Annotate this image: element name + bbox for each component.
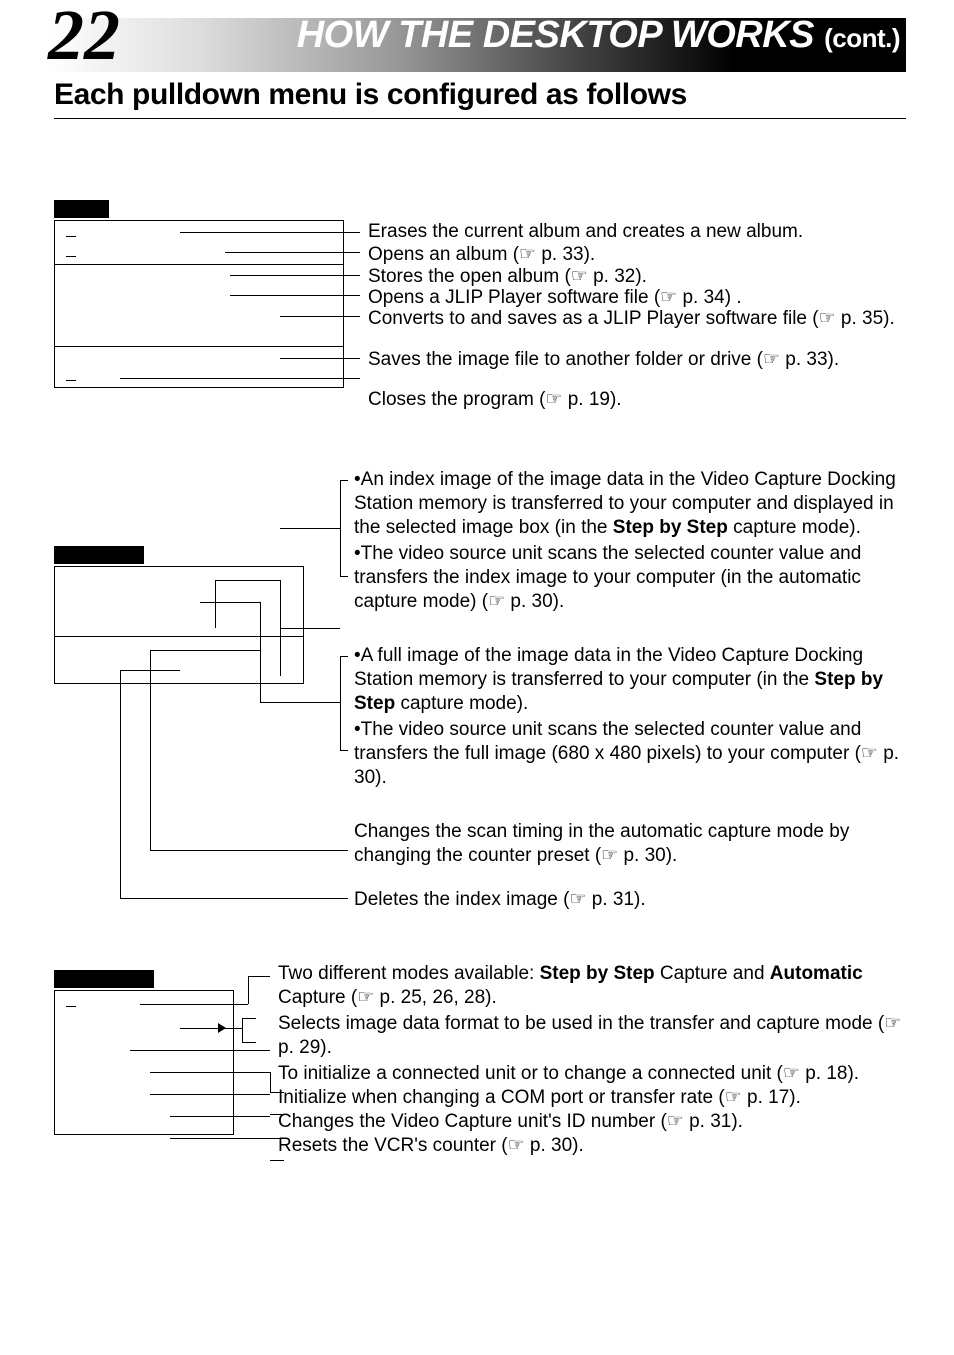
text: •A full image of the image data in the V… [354, 645, 863, 690]
menu-accelerator-underscore [66, 380, 76, 381]
header-title-text: HOW THE DESKTOP WORKS [297, 14, 814, 56]
setup-desc-id: Changes the Video Capture unit's ID numb… [278, 1110, 918, 1134]
file-menu-desc-open: Opens an album (☞ p. 33). [368, 243, 595, 267]
connector-line [248, 976, 249, 1004]
capture-desc-full-step: •A full image of the image data in the V… [354, 644, 914, 716]
menu-accelerator-underscore [66, 1006, 76, 1007]
connector-line [242, 1018, 256, 1019]
file-menu-title-block [54, 200, 109, 218]
connector-line [280, 358, 360, 359]
menu-accelerator-underscore [66, 256, 76, 257]
page: 22 HOW THE DESKTOP WORKS (cont.) Each pu… [0, 0, 954, 1355]
connector-line [248, 976, 270, 977]
connector-line [120, 378, 360, 379]
connector-line [120, 670, 180, 671]
bracket-line [340, 656, 341, 750]
bracket-line [340, 750, 348, 751]
text: Capture and [655, 963, 770, 984]
connector-line [242, 1042, 256, 1043]
header-cont: (cont.) [824, 23, 900, 53]
connector-line [230, 295, 360, 296]
bracket-line [333, 528, 340, 529]
connector-line [170, 1116, 270, 1117]
connector-line [260, 602, 261, 702]
text-bold: Step by Step [613, 517, 728, 538]
connector-line [150, 1072, 270, 1073]
subhead-rule [54, 118, 906, 119]
capture-desc-full-auto: •The video source unit scans the selecte… [354, 718, 914, 790]
connector-line [150, 1094, 270, 1095]
capture-desc-index-step: •An index image of the image data in the… [354, 468, 914, 540]
file-menu-desc-saveas: Saves the image file to another folder o… [368, 348, 839, 372]
text-bold: Automatic [770, 963, 863, 984]
capture-desc-timing: Changes the scan timing in the automatic… [354, 820, 914, 868]
header-title: HOW THE DESKTOP WORKS (cont.) [297, 14, 900, 57]
text-bold: Step by Step [540, 963, 655, 984]
connector-line [280, 628, 340, 629]
capture-desc-index-auto: •The video source unit scans the selecte… [354, 542, 914, 614]
file-menu-desc-new: Erases the current album and creates a n… [368, 220, 803, 244]
connector-line [215, 580, 280, 581]
page-number: 22 [48, 0, 120, 77]
file-menu-box [54, 220, 344, 388]
text: Two different modes available: [278, 963, 540, 984]
connector-line [200, 602, 260, 603]
file-menu-divider [54, 346, 344, 347]
connector-line [280, 528, 333, 529]
file-menu-divider [54, 264, 344, 265]
connector-line [150, 650, 151, 850]
capture-menu-divider [54, 636, 304, 637]
bracket-line [340, 656, 348, 657]
capture-desc-delete: Deletes the index image (☞ p. 31). [354, 888, 646, 912]
text: capture mode). [395, 693, 528, 714]
bracket-line [340, 576, 348, 577]
connector-line [270, 1072, 271, 1092]
connector-line [170, 1138, 270, 1139]
setup-desc-mode: Two different modes available: Step by S… [278, 962, 918, 1010]
connector-line [225, 252, 360, 253]
connector-line [280, 316, 360, 317]
connector-line [150, 650, 260, 651]
setup-desc-format: Selects image data format to be used in … [278, 1012, 918, 1060]
text: capture mode). [728, 517, 861, 538]
connector-line [180, 1028, 242, 1029]
connector-line [140, 1004, 248, 1005]
capture-menu-title-block [54, 546, 144, 564]
connector-line [215, 580, 216, 628]
connector-line [120, 670, 121, 898]
menu-accelerator-underscore [66, 236, 76, 237]
bracket-line [333, 702, 340, 703]
connector-line [150, 850, 348, 851]
connector-line [260, 702, 333, 703]
setup-desc-initialize-com: Initialize when changing a COM port or t… [278, 1086, 918, 1110]
setup-menu-title-block [54, 970, 154, 988]
connector-line [180, 232, 360, 233]
setup-desc-initialize-unit: To initialize a connected unit or to cha… [278, 1062, 918, 1086]
text: Capture (☞ p. 25, 26, 28). [278, 987, 497, 1008]
file-menu-desc-exit: Closes the program (☞ p. 19). [368, 388, 622, 412]
connector-line [120, 898, 348, 899]
connector-line [270, 1160, 284, 1161]
capture-menu-box [54, 566, 304, 684]
section-subhead: Each pulldown menu is configured as foll… [54, 78, 687, 112]
connector-line [130, 1050, 270, 1051]
connector-line [242, 1018, 243, 1042]
bracket-line [340, 480, 341, 576]
setup-menu-box [54, 990, 234, 1135]
connector-line [230, 275, 360, 276]
file-menu-desc-save-jlip: Converts to and saves as a JLIP Player s… [368, 307, 895, 331]
bracket-line [340, 480, 348, 481]
setup-desc-reset: Resets the VCR's counter (☞ p. 30). [278, 1134, 918, 1158]
